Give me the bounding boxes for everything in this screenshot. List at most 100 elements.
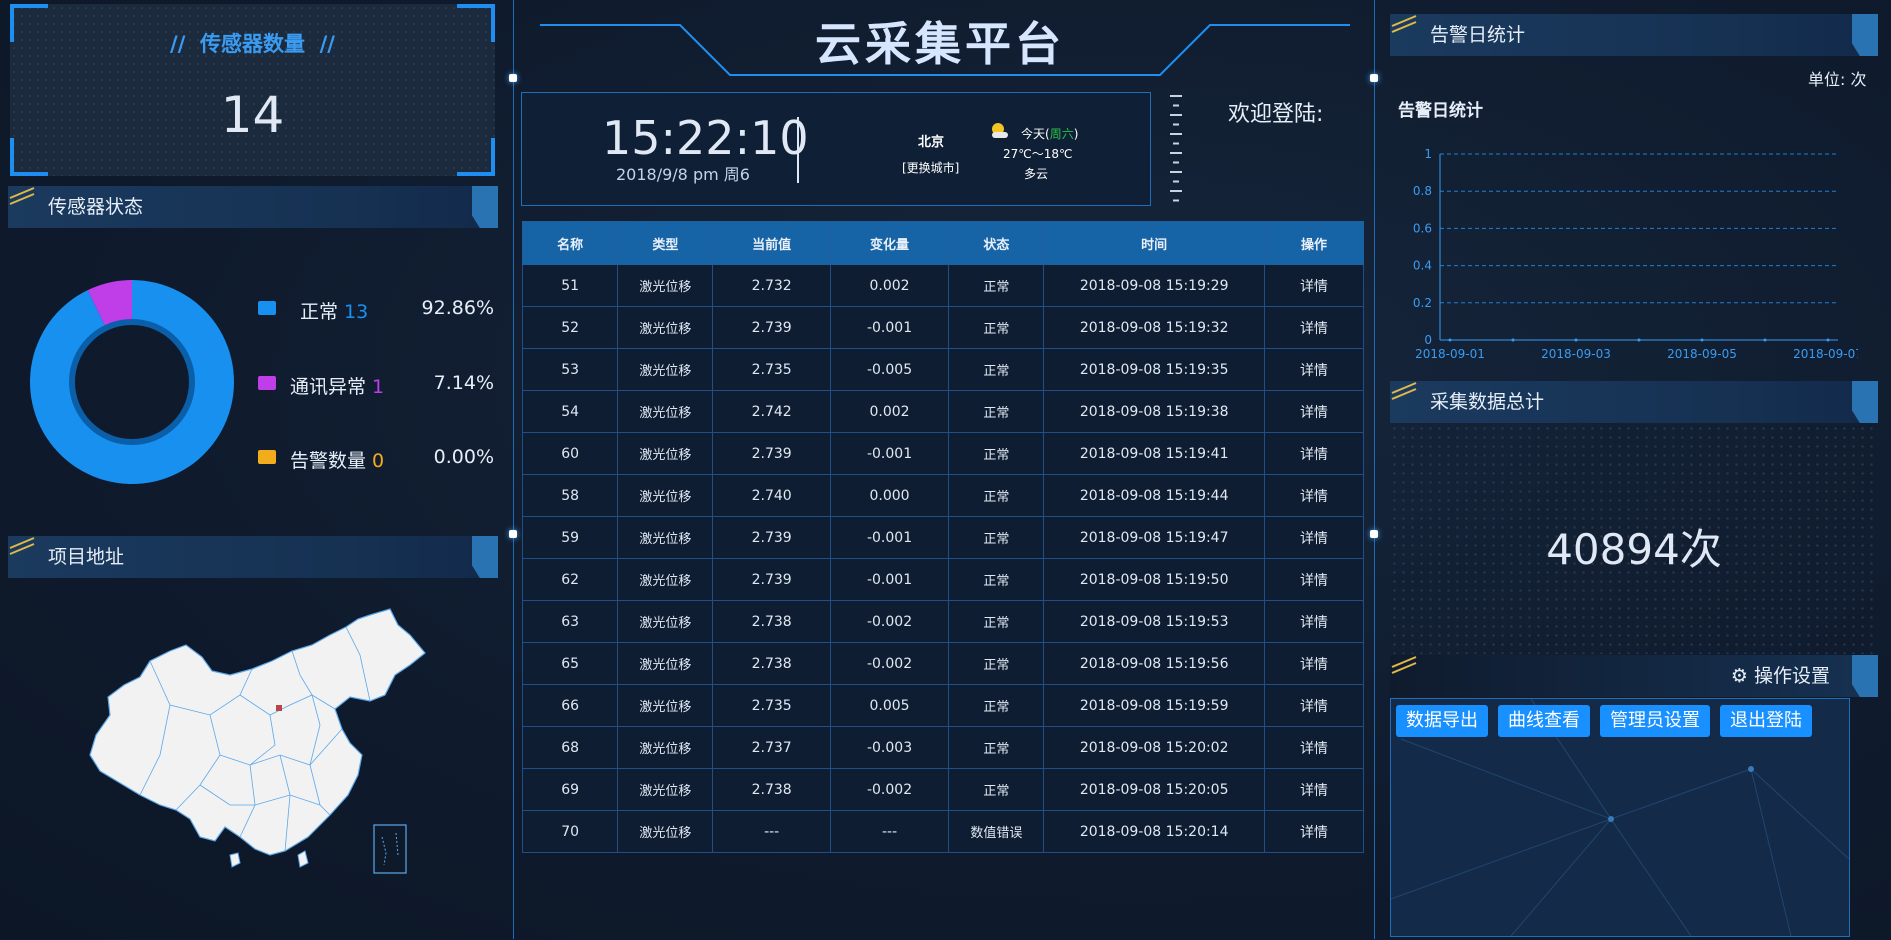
table-cell: 51 <box>521 264 619 307</box>
china-outline <box>89 608 426 856</box>
y-tick-label: 0.2 <box>1413 296 1432 310</box>
header-tab-decoration <box>1852 14 1878 56</box>
beijing-marker[interactable] <box>276 705 282 711</box>
table-row: 63 激光位移 2.738 -0.002 正常 2018-09-08 15:19:53 详情 <box>521 600 1365 643</box>
table-row: 54 激光位移 2.742 0.002 正常 2018-09-08 15:19:38 详情 <box>521 390 1365 433</box>
table-cell: 2.737 <box>712 726 831 769</box>
logout-button[interactable]: 退出登陆 <box>1720 705 1812 737</box>
table-cell: 2018-09-08 15:20:02 <box>1043 726 1265 769</box>
table-cell: 正常 <box>948 558 1045 601</box>
table-cell: 正常 <box>948 348 1045 391</box>
details-link[interactable]: 详情 <box>1263 726 1365 769</box>
column-header: 变化量 <box>829 221 950 265</box>
table-cell: -0.002 <box>829 600 950 643</box>
weather-city: 北京 <box>918 135 945 150</box>
table-cell: --- <box>829 810 950 853</box>
divider-node <box>1370 74 1378 82</box>
unit-label: 单位: 次 <box>1808 70 1867 89</box>
details-link[interactable]: 详情 <box>1263 306 1365 349</box>
table-row: 51 激光位移 2.732 0.002 正常 2018-09-08 15:19:29 详情 <box>521 264 1365 307</box>
alarm-data-point[interactable] <box>1511 338 1515 342</box>
south-sea-inset <box>373 824 407 874</box>
table-cell: 2.742 <box>712 390 831 433</box>
details-link[interactable]: 详情 <box>1263 348 1365 391</box>
table-row: 69 激光位移 2.738 -0.002 正常 2018-09-08 15:20:05 详情 <box>521 768 1365 811</box>
table-row: 62 激光位移 2.739 -0.001 正常 2018-09-08 15:19:50 详情 <box>521 558 1365 601</box>
china-map[interactable] <box>80 605 430 885</box>
y-tick-label: 1 <box>1424 147 1432 161</box>
column-header: 当前值 <box>712 221 831 265</box>
table-cell: 53 <box>521 348 619 391</box>
welcome-text: 欢迎登陆: <box>1228 102 1324 127</box>
column-header: 操作 <box>1263 221 1365 265</box>
table-cell: 2.739 <box>712 516 831 559</box>
details-link[interactable]: 详情 <box>1263 642 1365 685</box>
stripes-icon <box>9 187 35 205</box>
change-city-link[interactable]: [更换城市] <box>902 159 959 176</box>
x-tick-label: 2018-09-03 <box>1541 347 1611 361</box>
table-cell: 2018-09-08 15:20:05 <box>1043 768 1265 811</box>
details-link[interactable]: 详情 <box>1263 432 1365 475</box>
table-cell: 激光位移 <box>617 474 714 517</box>
table-cell: -0.001 <box>829 432 950 475</box>
header-tab-decoration <box>1852 381 1878 423</box>
table-cell: 65 <box>521 642 619 685</box>
alarm-data-point[interactable] <box>1826 338 1830 342</box>
details-link[interactable]: 详情 <box>1263 684 1365 727</box>
taiwan-shape <box>297 850 309 868</box>
table-cell: 激光位移 <box>617 642 714 685</box>
details-link[interactable]: 详情 <box>1263 390 1365 433</box>
details-link[interactable]: 详情 <box>1263 474 1365 517</box>
total-section-title: 采集数据总计 <box>1430 391 1545 413</box>
alarm-data-point[interactable] <box>1574 338 1578 342</box>
table-cell: 0.005 <box>829 684 950 727</box>
table-cell: 69 <box>521 768 619 811</box>
table-cell: 正常 <box>948 264 1045 307</box>
table-cell: 激光位移 <box>617 306 714 349</box>
details-link[interactable]: 详情 <box>1263 810 1365 853</box>
table-cell: 2018-09-08 15:20:14 <box>1043 810 1265 853</box>
table-cell: 54 <box>521 390 619 433</box>
table-cell: -0.002 <box>829 642 950 685</box>
table-cell: 70 <box>521 810 619 853</box>
alarm-data-point[interactable] <box>1700 338 1704 342</box>
alarm-line-chart: 0 0.2 0.4 0.6 0.8 1 2018-09-01 2018-09-03 2018-0… <box>1413 147 1858 361</box>
divider-node <box>1370 530 1378 538</box>
details-link[interactable]: 详情 <box>1263 264 1365 307</box>
status-donut-chart <box>30 280 235 484</box>
table-cell: 2018-09-08 15:19:29 <box>1043 264 1265 307</box>
details-link[interactable]: 详情 <box>1263 516 1365 559</box>
alarm-data-point[interactable] <box>1763 338 1767 342</box>
admin-settings-button[interactable]: 管理员设置 <box>1600 705 1710 737</box>
table-cell: 2018-09-08 15:19:50 <box>1043 558 1265 601</box>
table-cell: 数值错误 <box>948 810 1045 853</box>
details-link[interactable]: 详情 <box>1263 768 1365 811</box>
table-cell: 52 <box>521 306 619 349</box>
table-cell: 0.002 <box>829 264 950 307</box>
export-data-button[interactable]: 数据导出 <box>1396 705 1488 737</box>
scale-decoration <box>1170 95 1182 202</box>
ops-section-header: ⚙ 操作设置 <box>1390 655 1878 697</box>
weather-desc: 多云 <box>1024 167 1049 181</box>
ops-title[interactable]: ⚙ 操作设置 <box>1731 655 1830 697</box>
details-link[interactable]: 详情 <box>1263 600 1365 643</box>
table-cell: 2018-09-08 15:19:44 <box>1043 474 1265 517</box>
divider-node <box>509 530 517 538</box>
alarm-data-point[interactable] <box>1448 338 1452 342</box>
status-section-title: 传感器状态 <box>48 196 144 218</box>
table-row: 53 激光位移 2.735 -0.005 正常 2018-09-08 15:19:35 详情 <box>521 348 1365 391</box>
address-section-title: 项目地址 <box>48 546 125 568</box>
table-cell: 2018-09-08 15:19:32 <box>1043 306 1265 349</box>
table-cell: 2018-09-08 15:19:47 <box>1043 516 1265 559</box>
details-link[interactable]: 详情 <box>1263 558 1365 601</box>
table-cell: 激光位移 <box>617 726 714 769</box>
table-cell: -0.005 <box>829 348 950 391</box>
table-cell: 2.735 <box>712 684 831 727</box>
table-cell: 2018-09-08 15:19:56 <box>1043 642 1265 685</box>
table-cell: 激光位移 <box>617 348 714 391</box>
view-curve-button[interactable]: 曲线查看 <box>1498 705 1590 737</box>
table-cell: 0.002 <box>829 390 950 433</box>
alarm-data-point[interactable] <box>1637 338 1641 342</box>
legend-swatch <box>258 376 276 390</box>
table-cell: 2.739 <box>712 306 831 349</box>
